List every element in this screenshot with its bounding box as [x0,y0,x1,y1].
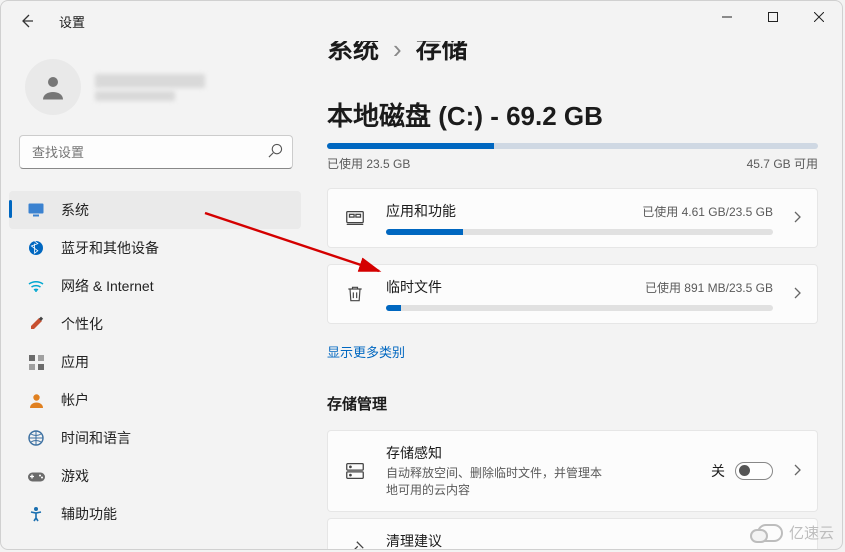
window-controls [704,1,842,33]
disk-used-label: 已使用 23.5 GB [327,155,410,172]
card-title: 应用和功能 [386,201,456,221]
brush-icon [27,315,45,333]
game-icon [27,467,45,485]
card-title: 清理建议 [386,531,803,549]
card-usage-bar [386,229,773,235]
sidebar-item-system[interactable]: 系统 [9,191,301,229]
card-body: 临时文件 已使用 891 MB/23.5 GB [386,277,773,311]
globe-clock-icon [27,429,45,447]
disk-usage-bar [327,143,818,149]
toggle-label: 关 [711,461,725,481]
watermark-text: 亿速云 [789,522,834,543]
sidebar-item-label: 应用 [61,352,89,372]
sidebar-item-label: 辅助功能 [61,504,117,524]
cloud-icon [757,524,783,542]
breadcrumb: 系统 › 存储 [327,41,818,66]
card-meta: 已使用 891 MB/23.5 GB [645,279,773,296]
card-title: 存储感知 [386,443,693,463]
card-desc: 自动释放空间、删除临时文件，并管理本地可用的云内容 [386,465,606,499]
apps-features-icon [342,205,368,231]
sidebar-item-accessibility[interactable]: 辅助功能 [1,495,309,533]
titlebar: 设置 [1,1,842,41]
sidebar-item-label: 网络 & Internet [61,276,154,296]
sidebar-item-network[interactable]: 网络 & Internet [1,267,309,305]
avatar [25,59,81,115]
sidebar-item-label: 游戏 [61,466,89,486]
sidebar-item-label: 个性化 [61,314,103,334]
disk-title: 本地磁盘 (C:) - 69.2 GB [327,96,818,133]
trash-icon [342,281,368,307]
minimize-button[interactable] [704,1,750,33]
minimize-icon [722,12,732,22]
disk-free-label: 45.7 GB 可用 [747,155,818,172]
breadcrumb-parent[interactable]: 系统 [327,41,379,66]
apps-icon [27,353,45,371]
app-title: 设置 [59,12,85,31]
search-wrap [19,135,293,169]
storage-sense-toggle-wrap: 关 [711,461,773,481]
close-icon [814,12,824,22]
sidebar-item-gaming[interactable]: 游戏 [1,457,309,495]
card-body: 应用和功能 已使用 4.61 GB/23.5 GB [386,201,773,235]
card-body: 清理建议 存储已优化，无需执行任何操作 [386,531,803,549]
disk-usage-fill [327,143,494,149]
accessibility-icon [27,505,45,523]
watermark: 亿速云 [757,522,834,543]
user-account-row[interactable] [19,59,293,115]
user-name-placeholder [95,71,293,104]
broom-icon [342,537,368,549]
person-icon [38,72,68,102]
arrow-left-icon [19,13,35,29]
settings-window: 设置 系统蓝牙和其 [0,0,843,550]
maximize-button[interactable] [750,1,796,33]
show-more-link[interactable]: 显示更多类别 [327,342,405,361]
storage-card-temp[interactable]: 临时文件 已使用 891 MB/23.5 GB [327,264,818,324]
storage-card-apps[interactable]: 应用和功能 已使用 4.61 GB/23.5 GB [327,188,818,248]
chevron-right-icon [791,210,803,226]
chevron-right-icon [791,286,803,302]
chevron-right-icon: › [393,41,402,65]
sidebar-item-apps[interactable]: 应用 [1,343,309,381]
person-icon [27,391,45,409]
maximize-icon [768,12,778,22]
storage-mgmt-heading: 存储管理 [327,393,818,414]
storage-sense-card[interactable]: 存储感知 自动释放空间、删除临时文件，并管理本地可用的云内容 关 [327,430,818,512]
breadcrumb-current: 存储 [416,41,468,66]
card-usage-bar [386,305,773,311]
sidebar-item-label: 帐户 [61,390,89,410]
chevron-right-icon [791,463,803,479]
sidebar-item-label: 蓝牙和其他设备 [61,238,159,258]
search-input[interactable] [19,135,293,169]
sidebar-item-accounts[interactable]: 帐户 [1,381,309,419]
bluetooth-icon [27,239,45,257]
back-button[interactable] [13,7,41,35]
card-meta: 已使用 4.61 GB/23.5 GB [642,203,773,220]
sidebar-item-label: 系统 [61,200,89,220]
sidebar-item-label: 时间和语言 [61,428,131,448]
monitor-icon [27,201,45,219]
wifi-icon [27,277,45,295]
drive-icon [342,458,368,484]
cleanup-card[interactable]: 清理建议 存储已优化，无需执行任何操作 [327,518,818,549]
sidebar-item-bluetooth[interactable]: 蓝牙和其他设备 [1,229,309,267]
close-button[interactable] [796,1,842,33]
sidebar-item-personalize[interactable]: 个性化 [1,305,309,343]
disk-subtext: 已使用 23.5 GB 45.7 GB 可用 [327,155,818,172]
card-title: 临时文件 [386,277,442,297]
search-icon [268,143,283,161]
sidebar: 系统蓝牙和其他设备网络 & Internet 个性化应用帐户时间和语言游戏辅助功能 [1,41,309,549]
sidebar-item-time[interactable]: 时间和语言 [1,419,309,457]
card-body: 存储感知 自动释放空间、删除临时文件，并管理本地可用的云内容 [386,443,693,499]
main-content: 系统 › 存储 本地磁盘 (C:) - 69.2 GB 已使用 23.5 GB … [309,41,842,549]
sidebar-nav: 系统蓝牙和其他设备网络 & Internet 个性化应用帐户时间和语言游戏辅助功能 [1,191,309,533]
storage-sense-toggle[interactable] [735,462,773,480]
